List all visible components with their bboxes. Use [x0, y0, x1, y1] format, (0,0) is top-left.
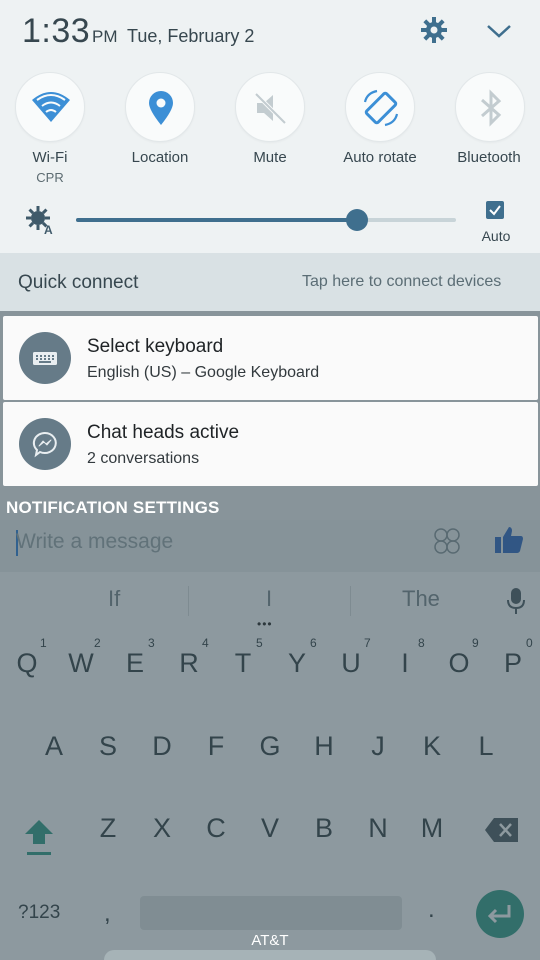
notification-title: Select keyboard [87, 336, 224, 357]
notification-select-keyboard[interactable]: Select keyboard English (US) – Google Ke… [3, 316, 538, 400]
notification-subtitle: English (US) – Google Keyboard [87, 364, 320, 381]
brightness-slider-fill [76, 218, 358, 222]
clock-ampm: PM [92, 27, 118, 46]
clock-time: 1:33 [22, 12, 91, 50]
wifi-icon [32, 92, 70, 122]
notification-chat-heads[interactable]: Chat heads active 2 conversations [3, 402, 538, 486]
bluetooth-label: Bluetooth [457, 149, 521, 166]
location-label: Location [131, 149, 189, 166]
mute-label: Mute [253, 149, 287, 166]
bluetooth-toggle[interactable] [455, 72, 525, 142]
auto-rotate-toggle[interactable] [345, 72, 415, 142]
keyboard-icon [33, 352, 57, 365]
notification-subtitle: 2 conversations [87, 450, 200, 467]
carrier-label: AT&T [251, 932, 289, 949]
auto-rotate-label: Auto rotate [343, 149, 417, 166]
location-icon [149, 91, 173, 125]
brightness-auto-icon: A [26, 206, 53, 235]
quick-connect-hint[interactable]: Tap here to connect devices [302, 273, 501, 291]
wifi-label: Wi-Fi [32, 149, 68, 166]
notification-icon-circle [19, 332, 71, 384]
brightness-slider[interactable] [76, 209, 456, 231]
gear-icon[interactable] [420, 16, 448, 44]
wifi-toggle[interactable] [15, 72, 85, 142]
auto-brightness-checkbox[interactable] [486, 201, 504, 219]
bluetooth-icon [481, 89, 502, 127]
quick-connect-title: Quick connect [18, 272, 139, 293]
date-label: Tue, February 2 [127, 26, 255, 46]
wifi-network-name: CPR [36, 170, 64, 185]
panel-drag-handle[interactable] [104, 950, 436, 960]
svg-text:A: A [44, 223, 53, 235]
chevron-down-icon[interactable] [486, 22, 512, 40]
messenger-icon [32, 431, 57, 458]
mute-icon [254, 92, 287, 125]
mute-toggle[interactable] [235, 72, 305, 142]
notification-title: Chat heads active [87, 422, 240, 443]
auto-rotate-icon [363, 89, 399, 127]
checkmark-icon [489, 205, 501, 216]
notification-settings-button[interactable]: NOTIFICATION SETTINGS [6, 498, 220, 518]
auto-brightness-label: Auto [481, 228, 511, 244]
location-toggle[interactable] [125, 72, 195, 142]
notification-icon-circle [19, 418, 71, 470]
